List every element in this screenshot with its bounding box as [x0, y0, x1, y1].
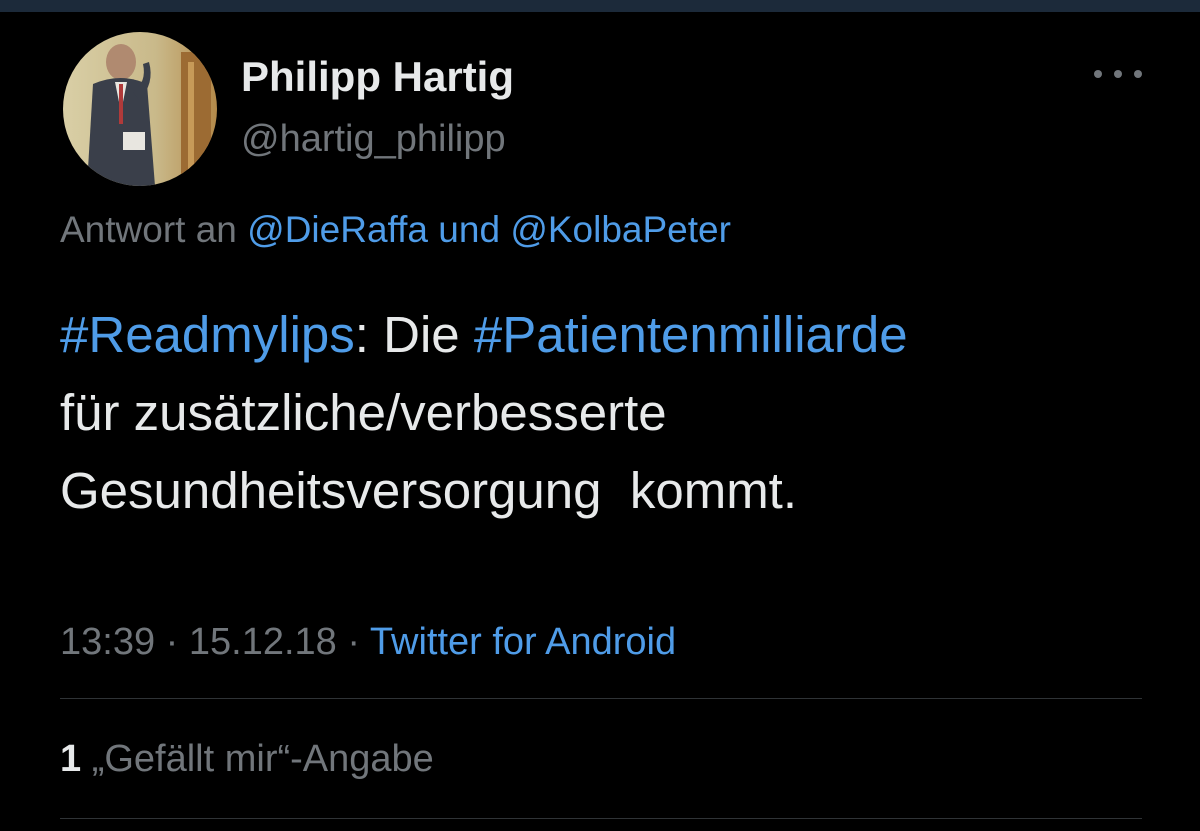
- tweet-metadata: 13:39 · 15.12.18 · Twitter for Android: [60, 621, 676, 664]
- likes-label: „Gefällt mir“-Angabe: [91, 738, 434, 780]
- tweet-date[interactable]: 15.12.18: [189, 621, 337, 663]
- reply-context: Antwort an @DieRaffa und @KolbaPeter: [60, 209, 731, 251]
- author-handle[interactable]: @hartig_philipp: [241, 120, 506, 158]
- tweet-source-link[interactable]: Twitter for Android: [370, 621, 676, 663]
- avatar-image: [63, 32, 217, 186]
- divider: [60, 818, 1142, 819]
- more-options-button[interactable]: [1090, 56, 1146, 92]
- more-horizontal-icon: [1134, 70, 1142, 78]
- tweet-text-fragment: : Die: [354, 306, 474, 363]
- author-name[interactable]: Philipp Hartig: [241, 56, 514, 98]
- tweet-text-line-3: Gesundheitsversorgung kommt.: [60, 462, 798, 519]
- divider: [60, 698, 1142, 699]
- mention-link-dieraffa[interactable]: @DieRaffa: [247, 209, 428, 250]
- likes-summary[interactable]: 1 „Gefällt mir“-Angabe: [60, 738, 434, 781]
- likes-count: 1: [60, 738, 82, 780]
- more-horizontal-icon: [1114, 70, 1122, 78]
- reply-connector: und: [438, 209, 501, 250]
- tweet-text-line-2: für zusätzliche/verbesserte: [60, 384, 667, 441]
- hashtag-patientenmilliarde[interactable]: #Patientenmilliarde: [474, 306, 908, 363]
- tweet-text-line-1: #Readmylips: Die #Patientenmilliarde: [60, 296, 1150, 374]
- tweet-time[interactable]: 13:39: [60, 621, 155, 663]
- meta-separator: ·: [165, 621, 179, 663]
- more-horizontal-icon: [1094, 70, 1102, 78]
- top-strip: [0, 0, 1200, 12]
- avatar[interactable]: [63, 32, 217, 186]
- meta-separator: ·: [347, 621, 361, 663]
- reply-prefix: Antwort an: [60, 209, 237, 250]
- hashtag-readmylips[interactable]: #Readmylips: [60, 306, 355, 363]
- mention-link-kolbapeter[interactable]: @KolbaPeter: [510, 209, 731, 250]
- tweet-detail: Philipp Hartig @hartig_philipp Antwort a…: [0, 12, 1200, 831]
- tweet-text: #Readmylips: Die #Patientenmilliarde für…: [60, 296, 1150, 530]
